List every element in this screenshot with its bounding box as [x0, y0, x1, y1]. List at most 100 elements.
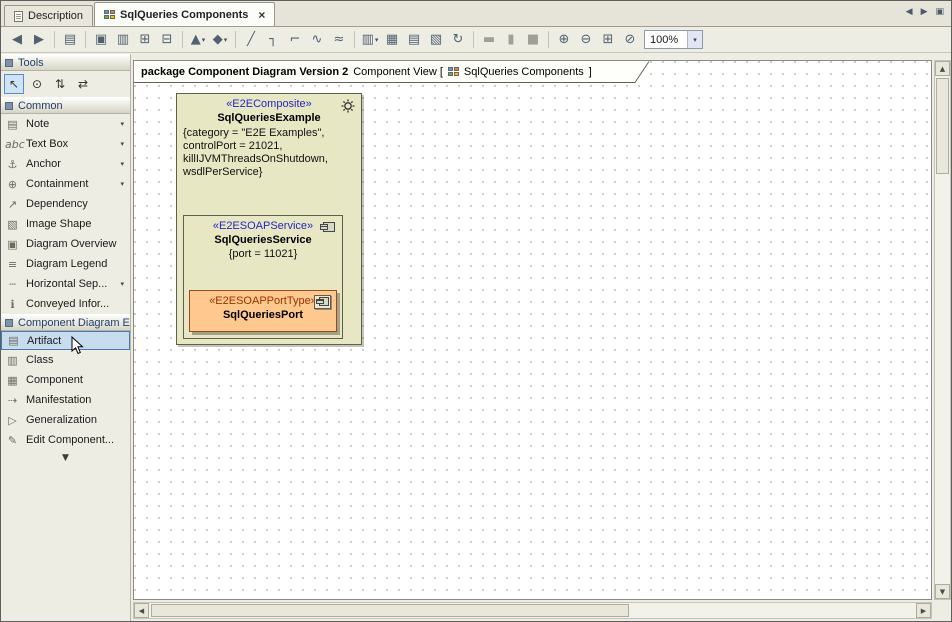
layout-button[interactable]: ▤ — [404, 30, 424, 50]
back-button[interactable]: ◀ — [7, 30, 27, 50]
paste-icon: ▥ — [117, 32, 129, 47]
layers-button[interactable]: ▧ — [426, 30, 446, 50]
diagonal-line-button[interactable]: ╱ — [241, 30, 261, 50]
component-icon: ▦ — [5, 374, 20, 387]
tab-label: SqlQueries Components — [120, 9, 248, 21]
palette-more-button[interactable]: ▼ — [1, 450, 130, 463]
chevron-down-icon[interactable]: ▾ — [687, 31, 702, 48]
palette-item-note[interactable]: ▤ Note ▾ — [1, 114, 130, 134]
rectilinear-line-button[interactable]: ┐ — [263, 30, 283, 50]
zoom-out-button[interactable]: ⊖ — [576, 30, 596, 50]
diagram-frame-header: package Component Diagram Version 2 Comp… — [134, 61, 650, 83]
palette-item-image-shape[interactable]: ▧ Image Shape — [1, 214, 130, 234]
palette-item-text-box[interactable]: abc Text Box ▾ — [1, 134, 130, 154]
previous-diagram-icon[interactable]: ◀ — [904, 6, 915, 18]
chevron-down-icon[interactable]: ▾ — [120, 140, 126, 148]
group-button[interactable]: ⊞ — [135, 30, 155, 50]
fit-in-window-button[interactable]: ⊞ — [598, 30, 618, 50]
vertical-scrollbar[interactable]: ▲ ▼ — [934, 60, 951, 600]
section-component-diagram-elements[interactable]: Component Diagram El... — [1, 314, 130, 331]
palette-item-diagram-overview[interactable]: ▣ Diagram Overview — [1, 234, 130, 254]
curved-line-icon: ∿ — [312, 32, 323, 47]
artifact-icon: ▤ — [6, 334, 21, 347]
horizontal-scroll-thumb[interactable] — [151, 604, 629, 617]
component-properties: {port = 11021} — [184, 247, 342, 263]
palette-item-class[interactable]: ▥ Class — [1, 350, 130, 370]
palette-item-edit-component[interactable]: ✎ Edit Component... — [1, 430, 130, 450]
scroll-left-icon[interactable]: ◀ — [134, 603, 149, 618]
chevron-down-icon[interactable]: ▾ — [120, 120, 126, 128]
section-common[interactable]: Common — [1, 97, 130, 114]
palette-item-label: Dependency — [26, 198, 88, 210]
next-diagram-icon[interactable]: ▶ — [919, 6, 930, 18]
magnifier-tool-button[interactable]: ⊙ — [27, 74, 47, 94]
distribute-horizontally-button[interactable]: ⇄ — [73, 74, 93, 94]
palette-item-artifact[interactable]: ▤ Artifact — [1, 331, 130, 350]
align-shapes-button[interactable]: ▲▾ — [188, 30, 208, 50]
section-icon — [5, 102, 13, 110]
ungroup-icon: ⊟ — [162, 32, 173, 47]
uml-port-sqlqueriesport[interactable]: «E2ESOAPPortType» SqlQueriesPort — [189, 290, 337, 332]
uml-component-sqlqueriesservice[interactable]: «E2ESOAPService» SqlQueriesService {port… — [183, 215, 343, 339]
chevron-down-icon[interactable]: ▾ — [120, 180, 126, 188]
diagram-tab-bar: Description SqlQueries Components × ◀ ▶ … — [1, 1, 951, 27]
forward-button[interactable]: ▶ — [29, 30, 49, 50]
palette-item-label: Image Shape — [26, 218, 91, 230]
vertical-scroll-thumb[interactable] — [936, 78, 949, 174]
containment-icon: ⊕ — [5, 178, 20, 191]
palette-item-containment[interactable]: ⊕ Containment ▾ — [1, 174, 130, 194]
toolbar-separator — [354, 31, 355, 48]
component-name: SqlQueriesExample — [177, 110, 361, 125]
palette-item-component[interactable]: ▦ Component — [1, 370, 130, 390]
zoom-select[interactable]: 100% ▾ — [644, 30, 703, 49]
horizontal-scrollbar[interactable]: ◀ ▶ — [133, 602, 932, 619]
palette-item-manifestation[interactable]: ⇢ Manifestation — [1, 390, 130, 410]
oblique-line-button[interactable]: ⌐ — [285, 30, 305, 50]
palette-item-label: Containment — [26, 178, 88, 190]
browse-diagram-button[interactable]: ▤ — [60, 30, 80, 50]
zoom-value: 100% — [650, 34, 684, 46]
swimlane-button[interactable]: ▥▾ — [360, 30, 380, 50]
palette-item-generalization[interactable]: ▷ Generalization — [1, 410, 130, 430]
same-width-button[interactable]: ▮ — [501, 30, 521, 50]
chevron-down-icon: ▾ — [375, 36, 379, 44]
scroll-up-icon[interactable]: ▲ — [935, 61, 950, 76]
same-size-button[interactable]: ■ — [523, 30, 543, 50]
zoom-in-button[interactable]: ⊕ — [554, 30, 574, 50]
chevron-down-icon[interactable]: ▾ — [120, 280, 126, 288]
copy-button[interactable]: ▣ — [91, 30, 111, 50]
close-tab-icon[interactable]: × — [258, 10, 265, 20]
scroll-right-icon[interactable]: ▶ — [916, 603, 931, 618]
palette-item-label: Class — [26, 354, 54, 366]
show-grid-button[interactable]: ▦ — [382, 30, 402, 50]
zoom-region-button[interactable]: ⊘ — [620, 30, 640, 50]
ungroup-button[interactable]: ⊟ — [157, 30, 177, 50]
uml-component-sqlqueriesexample[interactable]: «E2EComposite» SqlQueriesExample {catego… — [176, 93, 362, 345]
zoom-in-icon: ⊕ — [559, 32, 570, 47]
curved-line-button[interactable]: ∿ — [307, 30, 327, 50]
toolbar-separator — [473, 31, 474, 48]
distribute-vertically-button[interactable]: ⇅ — [50, 74, 70, 94]
same-height-button[interactable]: ▬ — [479, 30, 499, 50]
palette-item-conveyed-information[interactable]: ℹ Conveyed Infor... — [1, 294, 130, 314]
palette-item-diagram-legend[interactable]: ≡ Diagram Legend — [1, 254, 130, 274]
spline-line-button[interactable]: ≈ — [329, 30, 349, 50]
selection-tool-button[interactable]: ↖ — [4, 74, 24, 94]
scroll-down-icon[interactable]: ▼ — [935, 584, 950, 599]
diagram-pane: package Component Diagram Version 2 Comp… — [131, 54, 951, 621]
refresh-button[interactable]: ↻ — [448, 30, 468, 50]
tab-description[interactable]: Description — [4, 5, 93, 26]
paste-button[interactable]: ▥ — [113, 30, 133, 50]
shape-style-button[interactable]: ◆▾ — [210, 30, 230, 50]
tab-sqlqueries-components[interactable]: SqlQueries Components × — [94, 2, 275, 26]
diagram-canvas[interactable]: package Component Diagram Version 2 Comp… — [133, 60, 932, 600]
diagram-list-icon[interactable]: ▣ — [933, 6, 946, 18]
palette-item-dependency[interactable]: ↗ Dependency — [1, 194, 130, 214]
palette-item-anchor[interactable]: ⚓ Anchor ▾ — [1, 154, 130, 174]
diagram-legend-icon: ≡ — [5, 258, 20, 271]
palette-item-horizontal-separator[interactable]: ┄ Horizontal Sep... ▾ — [1, 274, 130, 294]
section-tools[interactable]: Tools — [1, 54, 130, 71]
chevron-down-icon[interactable]: ▾ — [120, 160, 126, 168]
refresh-icon: ↻ — [453, 32, 464, 47]
section-label: Common — [18, 100, 63, 112]
